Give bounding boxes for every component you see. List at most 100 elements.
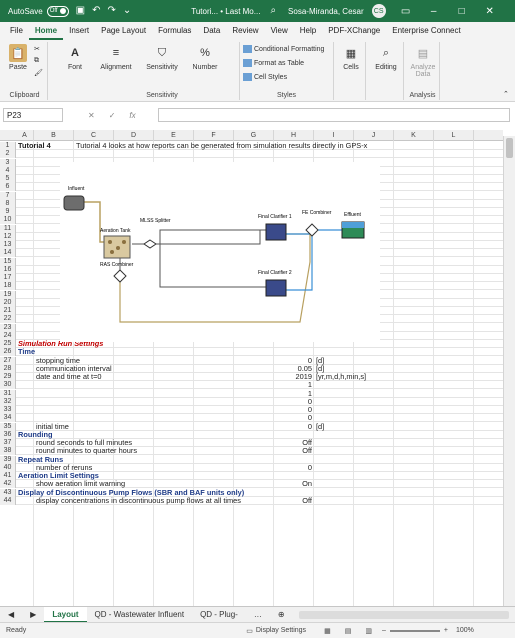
row-header[interactable]: 25 bbox=[0, 340, 16, 348]
cell-a[interactable]: Tutorial 4 bbox=[18, 142, 51, 150]
column-header[interactable]: G bbox=[234, 130, 274, 141]
row-header[interactable]: 32 bbox=[0, 397, 16, 406]
row-header[interactable]: 34 bbox=[0, 414, 16, 423]
row-header[interactable]: 17 bbox=[0, 274, 16, 282]
zoom-out-icon[interactable]: – bbox=[382, 627, 386, 634]
page-layout-view-icon[interactable]: ▤ bbox=[345, 627, 352, 635]
tab-file[interactable]: File bbox=[4, 22, 29, 40]
vertical-scrollbar[interactable] bbox=[503, 136, 515, 606]
minimize-icon[interactable]: – bbox=[420, 6, 448, 17]
row-header[interactable]: 2 bbox=[0, 150, 16, 159]
row-header[interactable]: 38 bbox=[0, 447, 16, 456]
column-header[interactable]: K bbox=[394, 130, 434, 141]
row-header[interactable]: 7 bbox=[0, 191, 16, 200]
row-header[interactable]: 43 bbox=[0, 488, 16, 497]
tab-enterprise-connect[interactable]: Enterprise Connect bbox=[386, 22, 466, 40]
maximize-icon[interactable]: □ bbox=[448, 6, 476, 17]
column-header[interactable]: I bbox=[314, 130, 354, 141]
tab-formulas[interactable]: Formulas bbox=[152, 22, 197, 40]
column-header[interactable]: H bbox=[274, 130, 314, 141]
row-header[interactable]: 11 bbox=[0, 224, 16, 233]
enter-icon[interactable]: ✓ bbox=[109, 111, 116, 120]
row-header[interactable]: 19 bbox=[0, 290, 16, 299]
copy-icon[interactable]: ⧉ bbox=[34, 57, 39, 65]
row-header[interactable]: 13 bbox=[0, 241, 16, 249]
row-header[interactable]: 10 bbox=[0, 216, 16, 225]
row-header[interactable]: 21 bbox=[0, 307, 16, 315]
row-header[interactable]: 39 bbox=[0, 455, 16, 464]
row-header[interactable]: 9 bbox=[0, 208, 16, 216]
row-header[interactable]: 30 bbox=[0, 381, 16, 390]
font-button[interactable]: A Font bbox=[60, 44, 90, 71]
cell-h[interactable]: 0 bbox=[274, 414, 312, 422]
tab-insert[interactable]: Insert bbox=[63, 22, 95, 40]
row-header[interactable]: 36 bbox=[0, 430, 16, 439]
row-header[interactable]: 8 bbox=[0, 199, 16, 208]
horizontal-scrollbar[interactable] bbox=[298, 610, 509, 619]
row-header[interactable]: 18 bbox=[0, 282, 16, 291]
cell-h[interactable]: 0 bbox=[274, 463, 312, 472]
cell-h[interactable]: Off bbox=[274, 496, 312, 505]
column-header[interactable]: L bbox=[434, 130, 474, 141]
row-header[interactable]: 14 bbox=[0, 249, 16, 258]
cancel-icon[interactable]: ✕ bbox=[88, 111, 95, 120]
cell-h[interactable]: 0 bbox=[274, 397, 312, 406]
display-settings-button[interactable]: Display Settings bbox=[256, 627, 306, 634]
zoom-in-icon[interactable]: + bbox=[444, 627, 448, 634]
row-header[interactable]: 28 bbox=[0, 364, 16, 373]
row-header[interactable]: 31 bbox=[0, 389, 16, 398]
row-header[interactable]: 23 bbox=[0, 323, 16, 332]
row-header[interactable]: 6 bbox=[0, 183, 16, 192]
tab-page-layout[interactable]: Page Layout bbox=[95, 22, 152, 40]
cell-b[interactable]: display concentrations in discontinuous … bbox=[36, 496, 241, 505]
format-painter-icon[interactable]: 🖌 bbox=[34, 69, 43, 77]
column-header[interactable]: F bbox=[194, 130, 234, 141]
cell-h[interactable]: 1 bbox=[274, 389, 312, 398]
row-header[interactable]: 4 bbox=[0, 166, 16, 175]
ribbon-display-icon[interactable]: ▭ bbox=[392, 6, 420, 17]
column-header[interactable]: J bbox=[354, 130, 394, 141]
column-header[interactable]: B bbox=[34, 130, 74, 141]
cells-button[interactable]: ▦ Cells bbox=[340, 44, 362, 72]
zoom-slider[interactable] bbox=[389, 629, 440, 632]
cell-c[interactable]: Tutorial 4 looks at how reports can be g… bbox=[76, 142, 367, 150]
row-header[interactable]: 5 bbox=[0, 175, 16, 183]
row-header[interactable]: 37 bbox=[0, 439, 16, 447]
row-header[interactable]: 40 bbox=[0, 463, 16, 472]
display-settings-icon[interactable]: ▭ bbox=[246, 627, 253, 635]
sheet-nav-prev-icon[interactable]: ◀ bbox=[0, 607, 22, 623]
worksheet-grid[interactable]: ABCDEFGHIJKL 1 Tutorial 4 Tutorial 4 looks… bbox=[0, 130, 503, 606]
row-header[interactable]: 35 bbox=[0, 422, 16, 431]
collapse-ribbon-icon[interactable]: ⌃ bbox=[503, 90, 509, 98]
insert-function-icon[interactable]: fx bbox=[129, 111, 135, 120]
column-header[interactable]: A bbox=[16, 130, 34, 141]
sheet-tab-qd-plug[interactable]: QD - Plug- bbox=[192, 607, 246, 623]
cell-b[interactable]: date and time at t=0 bbox=[36, 373, 102, 381]
customize-qat-icon[interactable]: ⌄ bbox=[123, 6, 131, 16]
alignment-button[interactable]: ≡ Alignment bbox=[96, 44, 136, 71]
zoom-level[interactable]: 100% bbox=[456, 627, 474, 634]
name-box[interactable]: P23 bbox=[3, 108, 63, 122]
autosave-toggle[interactable]: Off bbox=[46, 5, 69, 17]
cut-icon[interactable]: ✂ bbox=[34, 45, 40, 53]
row-header[interactable]: 24 bbox=[0, 331, 16, 340]
undo-icon[interactable]: ↶ bbox=[92, 6, 100, 16]
tab-home[interactable]: Home bbox=[28, 22, 64, 40]
avatar[interactable]: CS bbox=[371, 4, 386, 18]
row-header[interactable]: 3 bbox=[0, 158, 16, 167]
row-header[interactable]: 22 bbox=[0, 315, 16, 324]
row-header[interactable]: 15 bbox=[0, 257, 16, 266]
conditional-formatting-button[interactable]: Conditional Formatting bbox=[243, 45, 324, 53]
row-header[interactable]: 33 bbox=[0, 406, 16, 414]
row-header[interactable]: 42 bbox=[0, 480, 16, 489]
add-sheet-icon[interactable]: ⊕ bbox=[270, 607, 293, 623]
cell-i[interactable]: [d] bbox=[316, 422, 324, 431]
sheet-tab-qd-influent[interactable]: QD - Wastewater Influent bbox=[87, 607, 193, 623]
cell-a[interactable]: Time bbox=[18, 348, 35, 356]
sheet-tab-layout[interactable]: Layout bbox=[44, 606, 87, 623]
row-header[interactable]: 1 bbox=[0, 142, 16, 150]
document-title[interactable]: Tutori... • Last Mo... bbox=[191, 7, 260, 16]
row-header[interactable]: 27 bbox=[0, 356, 16, 365]
paste-button[interactable]: 📋 Paste bbox=[6, 44, 30, 71]
save-icon[interactable]: ▣ bbox=[76, 6, 85, 16]
